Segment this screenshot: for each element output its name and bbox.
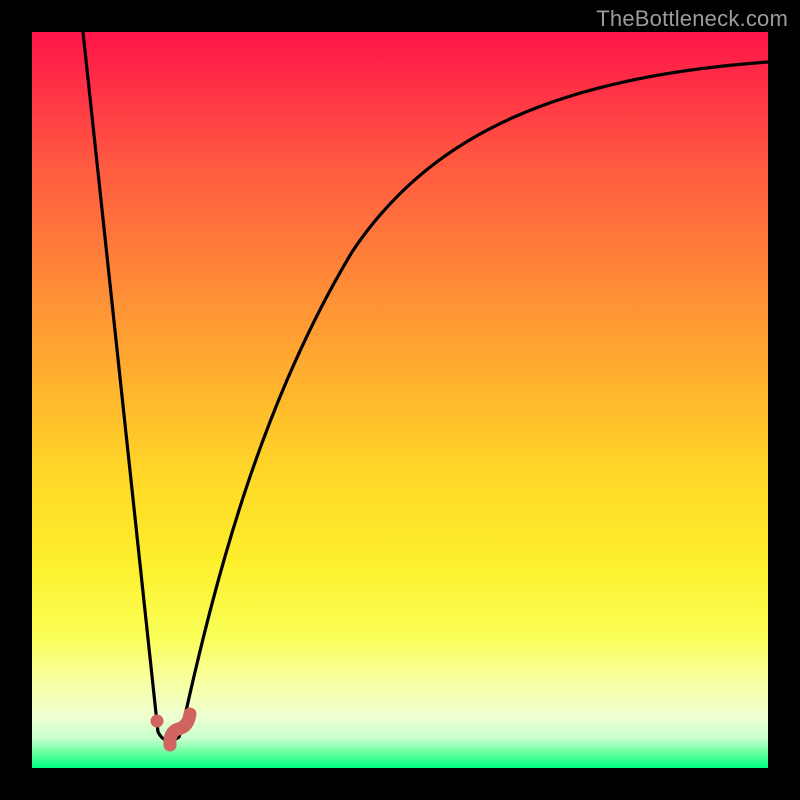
watermark-text: TheBottleneck.com (596, 6, 788, 32)
marker-dot (151, 715, 164, 728)
bottleneck-curve (83, 32, 768, 741)
chart-svg (32, 32, 768, 768)
plot-area (32, 32, 768, 768)
chart-frame: TheBottleneck.com (0, 0, 800, 800)
marker-hook (170, 714, 190, 745)
